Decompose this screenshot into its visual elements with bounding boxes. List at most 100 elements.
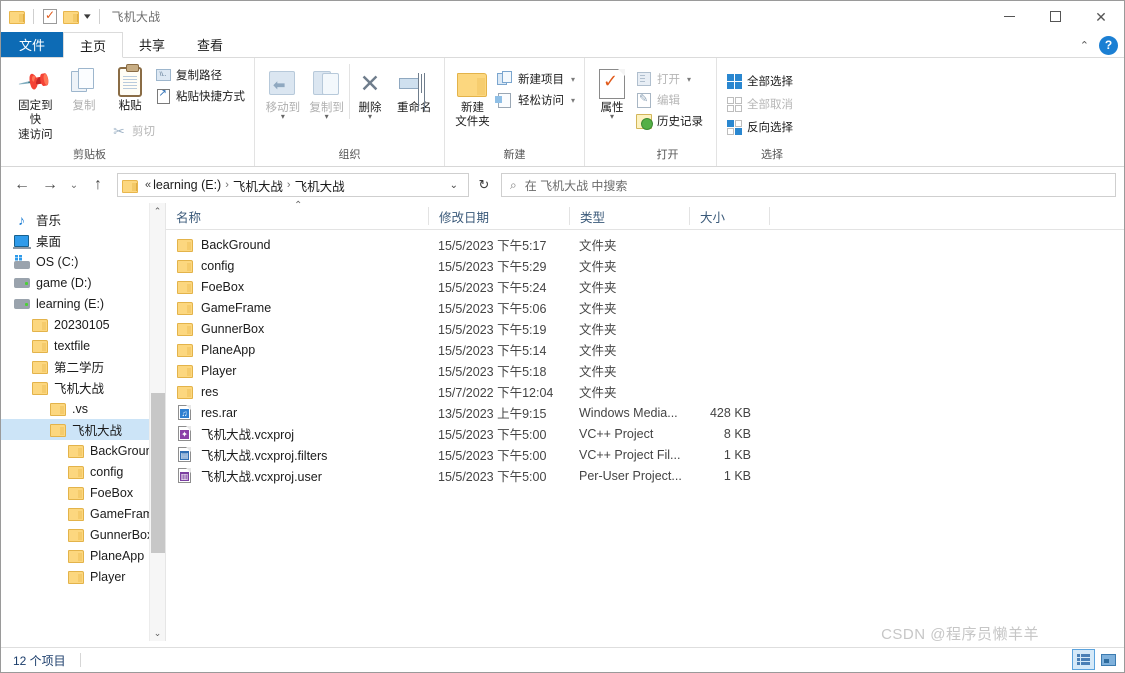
- chevron-down-icon[interactable]: ▾: [281, 113, 285, 121]
- rename-button[interactable]: 重命名: [390, 64, 438, 115]
- nav-item--[interactable]: ♪ 音乐: [1, 209, 165, 230]
- select-none-button[interactable]: 全部取消: [723, 95, 796, 113]
- collapse-ribbon-icon[interactable]: ⌃: [1080, 39, 1089, 52]
- chevron-down-icon[interactable]: ▾: [368, 113, 372, 121]
- chevron-down-icon[interactable]: ▾: [687, 75, 691, 84]
- open-button[interactable]: 打开 ▾: [633, 70, 706, 88]
- copy-path-button[interactable]: \\.. 复制路径: [152, 66, 248, 84]
- nav-item-foebox[interactable]: FoeBox: [1, 482, 165, 503]
- move-to-button[interactable]: ⬅ 移动到 ▾: [261, 64, 305, 121]
- file-name-cell[interactable]: ✦ 飞机大战.vcxproj: [166, 424, 428, 443]
- nav-item-os-c-[interactable]: OS (C:): [1, 251, 165, 272]
- file-name-cell[interactable]: BackGround: [166, 237, 428, 253]
- large-icons-view-button[interactable]: [1097, 649, 1120, 670]
- forward-button[interactable]: →: [37, 172, 63, 198]
- breadcrumb-overflow[interactable]: «: [145, 179, 151, 191]
- nav-item--[interactable]: 飞机大战: [1, 377, 165, 398]
- file-name-cell[interactable]: FoeBox: [166, 279, 428, 295]
- paste-button[interactable]: 粘贴: [108, 62, 152, 113]
- table-row[interactable]: ♫ res.rar 13/5/2023 上午9:15 Windows Media...…: [166, 402, 1124, 423]
- table-row[interactable]: ▤ 飞机大战.vcxproj.filters 15/5/2023 下午5:00 VC+…: [166, 444, 1124, 465]
- column-header-type[interactable]: 类型: [569, 207, 689, 225]
- table-row[interactable]: BackGround 15/5/2023 下午5:17 文件夹: [166, 234, 1124, 255]
- navigation-scrollbar[interactable]: ⌃ ⌄: [149, 203, 165, 641]
- file-name-cell[interactable]: Player: [166, 363, 428, 379]
- table-row[interactable]: FoeBox 15/5/2023 下午5:24 文件夹: [166, 276, 1124, 297]
- nav-item-game-d-[interactable]: game (D:): [1, 272, 165, 293]
- file-name-cell[interactable]: GunnerBox: [166, 321, 428, 337]
- nav-item-background[interactable]: BackGround: [1, 440, 165, 461]
- chevron-down-icon[interactable]: ▾: [610, 113, 614, 121]
- chevron-down-icon[interactable]: ▾: [571, 96, 575, 105]
- column-header-name[interactable]: 名称 ⌃: [166, 200, 428, 225]
- maximize-button[interactable]: [1032, 1, 1078, 32]
- table-row[interactable]: GameFrame 15/5/2023 下午5:06 文件夹: [166, 297, 1124, 318]
- nav-item--[interactable]: 第二学历: [1, 356, 165, 377]
- nav-item-planeapp[interactable]: PlaneApp: [1, 545, 165, 566]
- table-row[interactable]: ✦ 飞机大战.vcxproj 15/5/2023 下午5:00 VC++ Projec…: [166, 423, 1124, 444]
- breadcrumb-bar[interactable]: « learning (E:) › 飞机大战 › 飞机大战 ⌄: [117, 173, 469, 197]
- address-dropdown-icon[interactable]: ⌄: [444, 180, 464, 191]
- breadcrumb-item-0[interactable]: learning (E:): [153, 178, 221, 192]
- table-row[interactable]: Player 15/5/2023 下午5:18 文件夹: [166, 360, 1124, 381]
- paste-shortcut-button[interactable]: 粘贴快捷方式: [152, 87, 248, 105]
- table-row[interactable]: ▥ 飞机大战.vcxproj.user 15/5/2023 下午5:00 Per-Us…: [166, 465, 1124, 486]
- nav-item-gameframe[interactable]: GameFrame: [1, 503, 165, 524]
- copy-to-button[interactable]: 复制到 ▾: [305, 64, 349, 121]
- new-folder-button[interactable]: 新建 文件夹: [451, 64, 494, 130]
- close-button[interactable]: ✕: [1078, 1, 1124, 32]
- minimize-button[interactable]: [986, 1, 1032, 32]
- file-name-cell[interactable]: ♫ res.rar: [166, 405, 428, 421]
- column-header-size[interactable]: 大小: [689, 207, 769, 225]
- chevron-down-icon[interactable]: ▾: [84, 12, 91, 21]
- tab-share[interactable]: 共享: [123, 32, 181, 57]
- delete-button[interactable]: ✕ 删除 ▾: [348, 64, 391, 121]
- recent-locations-button[interactable]: ⌄: [65, 172, 83, 198]
- pin-to-quick-access-button[interactable]: 📌 固定到快 速访问: [11, 62, 60, 142]
- tab-view[interactable]: 查看: [181, 32, 239, 57]
- nav-item-textfile[interactable]: textfile: [1, 335, 165, 356]
- chevron-down-icon[interactable]: ▾: [325, 113, 329, 121]
- copy-button[interactable]: 复制: [60, 62, 109, 113]
- table-row[interactable]: PlaneApp 15/5/2023 下午5:14 文件夹: [166, 339, 1124, 360]
- search-input[interactable]: 在 飞机大战 中搜索: [525, 177, 628, 194]
- scroll-up-arrow[interactable]: ⌃: [150, 203, 165, 219]
- refresh-button[interactable]: ↻: [471, 173, 497, 197]
- invert-selection-button[interactable]: 反向选择: [723, 118, 796, 136]
- up-button[interactable]: ↑: [85, 172, 111, 198]
- tab-home[interactable]: 主页: [63, 32, 124, 58]
- scroll-down-arrow[interactable]: ⌄: [150, 625, 165, 641]
- nav-item-config[interactable]: config: [1, 461, 165, 482]
- scrollbar-thumb[interactable]: [151, 393, 165, 553]
- file-name-cell[interactable]: ▥ 飞机大战.vcxproj.user: [166, 466, 428, 485]
- file-name-cell[interactable]: GameFrame: [166, 300, 428, 316]
- breadcrumb-item-1[interactable]: 飞机大战: [233, 176, 283, 195]
- properties-button[interactable]: 属性 ▾: [591, 64, 633, 121]
- file-name-cell[interactable]: res: [166, 384, 428, 400]
- table-row[interactable]: GunnerBox 15/5/2023 下午5:19 文件夹: [166, 318, 1124, 339]
- easy-access-button[interactable]: 轻松访问 ▾: [494, 91, 578, 109]
- folder-icon[interactable]: [9, 10, 25, 24]
- back-button[interactable]: ←: [9, 172, 35, 198]
- nav-item-gunnerbox[interactable]: GunnerBox: [1, 524, 165, 545]
- tab-file[interactable]: 文件: [1, 32, 64, 57]
- search-box[interactable]: ⌕ 在 飞机大战 中搜索: [501, 173, 1116, 197]
- history-button[interactable]: 历史记录: [633, 112, 706, 130]
- file-name-cell[interactable]: config: [166, 258, 428, 274]
- new-item-button[interactable]: 新建项目 ▾: [494, 70, 578, 88]
- breadcrumb-item-2[interactable]: 飞机大战: [295, 176, 345, 195]
- column-header-date[interactable]: 修改日期: [428, 207, 569, 225]
- nav-item--[interactable]: 飞机大战: [1, 419, 165, 440]
- nav-item-learning-e-[interactable]: learning (E:): [1, 293, 165, 314]
- file-name-cell[interactable]: ▤ 飞机大战.vcxproj.filters: [166, 445, 428, 464]
- file-name-cell[interactable]: PlaneApp: [166, 342, 428, 358]
- properties-icon[interactable]: [43, 8, 57, 24]
- help-button[interactable]: ?: [1099, 35, 1118, 55]
- breadcrumb-separator[interactable]: ›: [225, 179, 229, 191]
- cut-button[interactable]: ✂ 剪切: [108, 122, 248, 140]
- table-row[interactable]: res 15/7/2022 下午12:04 文件夹: [166, 381, 1124, 402]
- nav-item-player[interactable]: Player: [1, 566, 165, 587]
- edit-button[interactable]: 编辑: [633, 91, 706, 109]
- breadcrumb-separator[interactable]: ›: [287, 179, 291, 191]
- table-row[interactable]: config 15/5/2023 下午5:29 文件夹: [166, 255, 1124, 276]
